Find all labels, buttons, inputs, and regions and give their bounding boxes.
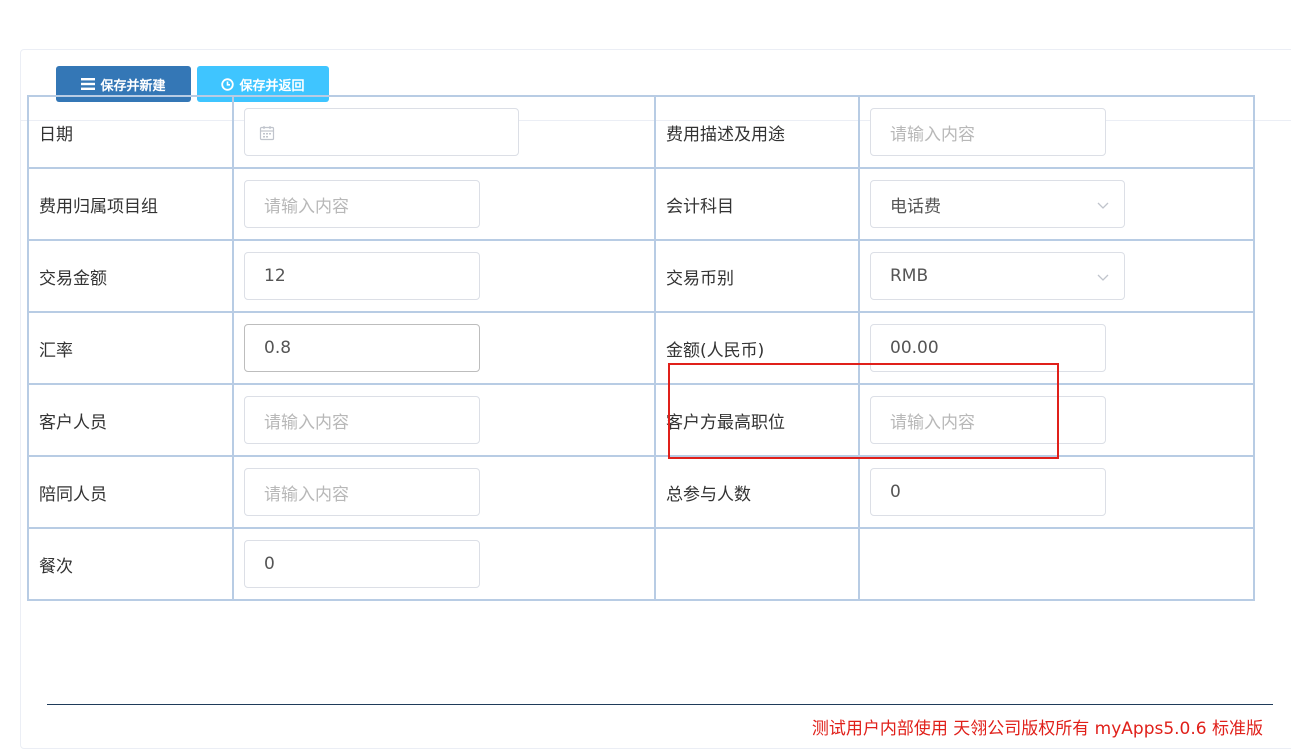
rmb-amount-input[interactable]: 00.00 — [870, 324, 1106, 372]
currency-label: 交易币别 — [654, 239, 860, 313]
footer-copyright: 测试用户内部使用 天翎公司版权所有 myApps5.0.6 标准版 — [811, 719, 1263, 739]
amount-value: 12 — [264, 266, 286, 286]
rate-label: 汇率 — [27, 311, 234, 385]
amount-input[interactable]: 12 — [244, 252, 480, 300]
client-label: 客户人员 — [27, 383, 234, 457]
save-and-new-label: 保存并新建 — [100, 78, 166, 94]
purpose-label: 费用描述及用途 — [654, 95, 860, 169]
account-value: 电话费 — [890, 196, 941, 217]
total-input[interactable]: 0 — [870, 468, 1106, 516]
rmb-amount-label: 金额(人民币) — [654, 311, 860, 385]
empty-cell — [858, 527, 1255, 601]
table-row: 餐次 0 — [27, 527, 1255, 601]
currency-select[interactable]: RMB — [870, 252, 1125, 300]
list-icon — [81, 78, 96, 90]
purpose-placeholder: 请输入内容 — [890, 124, 975, 145]
table-row: 客户人员 请输入内容 客户方最高职位 请输入内容 — [27, 383, 1255, 457]
table-row: 汇率 0.8 金额(人民币) 00.00 — [27, 311, 1255, 385]
escort-label: 陪同人员 — [27, 455, 234, 529]
meals-label: 餐次 — [27, 527, 234, 601]
account-select[interactable]: 电话费 — [870, 180, 1125, 228]
escort-placeholder: 请输入内容 — [264, 484, 349, 505]
client-title-placeholder: 请输入内容 — [890, 412, 975, 433]
purpose-input[interactable]: 请输入内容 — [870, 108, 1106, 156]
project-placeholder: 请输入内容 — [264, 196, 349, 217]
client-input[interactable]: 请输入内容 — [244, 396, 480, 444]
table-row: 费用归属项目组 请输入内容 会计科目 电话费 — [27, 167, 1255, 241]
total-label: 总参与人数 — [654, 455, 860, 529]
save-and-return-label: 保存并返回 — [239, 78, 305, 94]
table-row: 交易金额 12 交易币别 RMB — [27, 239, 1255, 313]
meals-input[interactable]: 0 — [244, 540, 480, 588]
client-title-input[interactable]: 请输入内容 — [870, 396, 1106, 444]
expense-form-table: 日期 费用描述及用途 请输入内容 费用归属项目组 请输入内容 会计科目 电话费 … — [27, 95, 1255, 601]
account-label: 会计科目 — [654, 167, 860, 241]
date-picker-input[interactable] — [244, 108, 519, 156]
client-title-label: 客户方最高职位 — [654, 383, 860, 457]
total-value: 0 — [890, 482, 901, 502]
empty-cell — [654, 527, 860, 601]
currency-value: RMB — [890, 266, 929, 286]
rmb-amount-value: 00.00 — [890, 338, 939, 358]
project-label: 费用归属项目组 — [27, 167, 234, 241]
meals-value: 0 — [264, 554, 275, 574]
amount-label: 交易金额 — [27, 239, 234, 313]
rate-input[interactable]: 0.8 — [244, 324, 480, 372]
date-label: 日期 — [27, 95, 234, 169]
clock-icon — [221, 77, 235, 91]
calendar-icon — [259, 125, 275, 146]
table-row: 日期 费用描述及用途 请输入内容 — [27, 95, 1255, 169]
project-input[interactable]: 请输入内容 — [244, 180, 480, 228]
chevron-down-icon — [1096, 197, 1110, 217]
footer-divider — [47, 704, 1273, 705]
chevron-down-icon — [1096, 269, 1110, 289]
client-placeholder: 请输入内容 — [264, 412, 349, 433]
escort-input[interactable]: 请输入内容 — [244, 468, 480, 516]
table-row: 陪同人员 请输入内容 总参与人数 0 — [27, 455, 1255, 529]
rate-value: 0.8 — [264, 338, 292, 358]
